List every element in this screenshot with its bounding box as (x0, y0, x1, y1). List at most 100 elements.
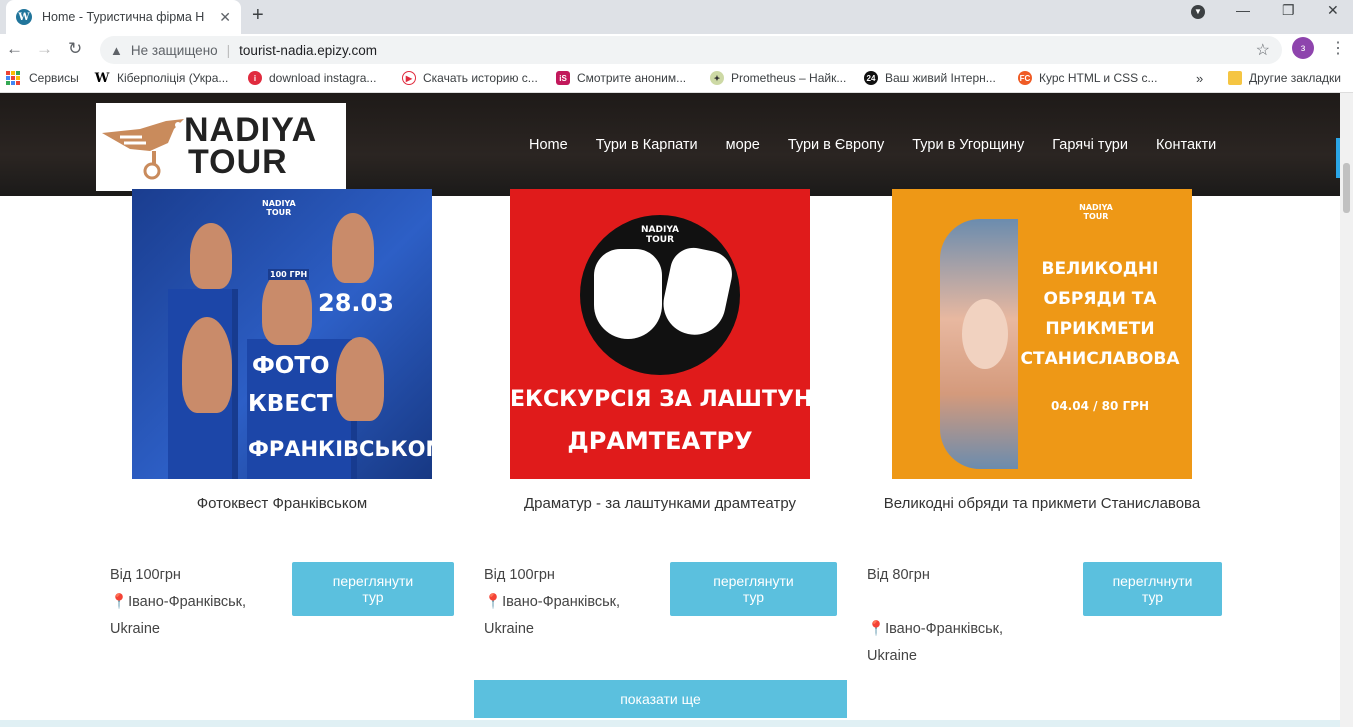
bookmark-stories[interactable]: ▶ Скачать историю с... (402, 71, 538, 85)
image-line5: 04.04 / 80 ГРН (1050, 399, 1150, 413)
page-scrollbar[interactable] (1340, 93, 1353, 727)
tour-location: Івано-Франківськ, (502, 594, 621, 610)
bookmark-24[interactable]: 24 Ваш живий Інтерн... (864, 71, 996, 85)
apps-grid-icon (6, 71, 20, 85)
lightbulb-icon: ✦ (710, 71, 724, 85)
bookmark-label: Курс HTML и CSS с... (1039, 71, 1158, 85)
image-date: 28.03 (318, 289, 394, 317)
bookmark-label: Ваш живий Інтерн... (885, 71, 996, 85)
bookmark-label: Скачать историю с... (423, 71, 538, 85)
warning-icon[interactable]: ▲ (110, 43, 123, 58)
scrollbar-thumb[interactable] (1343, 163, 1350, 213)
tab-title: Home - Туристична фірма Н (42, 10, 205, 24)
other-bookmarks-label: Другие закладки (1249, 71, 1341, 85)
bookmark-html-css[interactable]: FC Курс HTML и CSS с... (1018, 71, 1157, 85)
reload-icon[interactable]: ↻ (68, 39, 82, 59)
tour-details: Від 80грн 📍Івано-Франківськ, Ukraine (867, 562, 1003, 670)
image-line4: СТАНИСЛАВОВА (1020, 349, 1180, 369)
forward-icon[interactable]: → (36, 39, 53, 59)
show-more-button[interactable]: показати ще (474, 680, 847, 718)
info-icon: i (248, 71, 262, 85)
tour-title[interactable]: Фотоквест Франківськом (132, 495, 432, 512)
bust-statue (332, 213, 374, 283)
bookmark-prometheus[interactable]: ✦ Prometheus – Найк... (710, 71, 846, 85)
tour-title[interactable]: Драматур - за лаштунками драмтеатру (500, 495, 820, 512)
play-icon: ▶ (402, 71, 416, 85)
bookmark-label: Сервисы (29, 71, 79, 85)
security-status[interactable]: Не защищено (131, 43, 218, 58)
location-pin-icon: 📍 (867, 621, 886, 637)
minimize-button[interactable]: — (1236, 2, 1250, 18)
browser-tabstrip: W Home - Туристична фірма Н ✕ + ▼ — ❐ ✕ (0, 0, 1353, 34)
image-brand: NADIYA TOUR (641, 225, 679, 245)
tour-title[interactable]: Великодні обряди та прикмети Станиславов… (860, 495, 1224, 512)
collage-face (962, 299, 1008, 369)
bookmark-label: Prometheus – Найк... (731, 71, 847, 85)
bookmark-services[interactable]: Сервисы (6, 71, 79, 85)
image-line2: ДРАМТЕАТРУ (567, 427, 753, 455)
instagram-viewer-icon: iS (556, 71, 570, 85)
menu-home[interactable]: Home (529, 137, 568, 153)
restore-button[interactable]: ❐ (1282, 2, 1295, 19)
fc-icon: FC (1018, 71, 1032, 85)
tour-location: Івано-Франківськ, (885, 621, 1004, 637)
folder-icon (1228, 71, 1242, 85)
comedy-mask-icon (594, 249, 662, 339)
bottom-strip (0, 720, 1340, 727)
tour-image-easter[interactable]: NADIYA TOUR ВЕЛИКОДНІ ОБРЯДИ ТА ПРИКМЕТИ … (892, 189, 1192, 479)
bookmark-cyberpolice[interactable]: W Кіберполіція (Укра... (94, 70, 229, 86)
url-text[interactable]: tourist-nadia.epizy.com (239, 43, 377, 58)
wordpress-icon: W (16, 9, 32, 25)
bookmark-instagram-download[interactable]: i download instagra... (248, 71, 376, 85)
close-window-button[interactable]: ✕ (1327, 2, 1339, 19)
menu-hungary[interactable]: Тури в Угорщину (912, 137, 1024, 153)
bookmark-label: Смотрите аноним... (577, 71, 687, 85)
address-separator: | (226, 42, 231, 58)
tour-country: Ukraine (484, 621, 534, 637)
bookmark-star-icon[interactable]: ☆ (1256, 40, 1270, 60)
wikipedia-icon: W (94, 70, 110, 86)
site-logo[interactable]: NADIYA TOUR (96, 103, 346, 191)
tour-price: Від 100грн (484, 567, 555, 583)
image-line2: КВЕСТ (248, 391, 333, 417)
image-line2: ОБРЯДИ ТА (1043, 289, 1157, 309)
new-tab-button[interactable]: + (252, 4, 264, 27)
view-tour-button[interactable]: переглянути тур (292, 562, 454, 616)
bookmarks-bar: Сервисы W Кіберполіція (Укра... i downlo… (0, 66, 1353, 93)
tour-price: Від 80грн (867, 567, 930, 583)
tour-price: Від 100грн (110, 567, 181, 583)
bust-statue (190, 223, 232, 289)
address-bar[interactable]: ▲ Не защищено | tourist-nadia.epizy.com … (100, 36, 1282, 64)
bust-statue (336, 337, 384, 421)
bookmark-label: download instagra... (269, 71, 377, 85)
view-tour-button[interactable]: переглянути тур (670, 562, 837, 616)
image-line3: ПРИКМЕТИ (1045, 319, 1155, 339)
tour-country: Ukraine (867, 648, 917, 664)
tab-search-icon[interactable]: ▼ (1191, 5, 1205, 19)
image-line1: ЕКСКУРСІЯ ЗА ЛАШТУНКИ (510, 387, 810, 412)
menu-contacts[interactable]: Контакти (1156, 137, 1216, 153)
browser-tab[interactable]: W Home - Туристична фірма Н ✕ (6, 0, 241, 34)
menu-hot-tours[interactable]: Гарячі тури (1052, 137, 1128, 153)
menu-carpathians[interactable]: Тури в Карпати (596, 137, 698, 153)
menu-sea[interactable]: море (726, 137, 760, 153)
tour-image-drama[interactable]: NADIYATOUR ЕКСКУРСІЯ ЗА ЛАШТУНКИ ДРАМТЕА… (510, 189, 810, 479)
image-brand: NADIYA TOUR (262, 199, 296, 217)
other-bookmarks[interactable]: Другие закладки (1228, 71, 1341, 85)
close-tab-icon[interactable]: ✕ (219, 9, 231, 26)
tour-details: Від 100грн 📍Івано-Франківськ, Ukraine (484, 562, 620, 643)
browser-toolbar: ← → ↻ ▲ Не защищено | tourist-nadia.epiz… (0, 34, 1353, 66)
menu-europe[interactable]: Тури в Європу (788, 137, 884, 153)
image-line1: ФОТО (252, 353, 330, 379)
image-brand: NADIYA TOUR (1079, 203, 1113, 221)
bookmarks-overflow-icon[interactable]: » (1196, 71, 1203, 86)
kebab-menu-icon[interactable]: ⋮ (1330, 38, 1346, 58)
bookmark-anonymous[interactable]: iS Смотрите аноним... (556, 71, 686, 85)
back-icon[interactable]: ← (6, 39, 23, 59)
profile-avatar[interactable]: з (1292, 37, 1314, 59)
tour-location: Івано-Франківськ, (128, 594, 247, 610)
logo-text-tour: TOUR (188, 143, 288, 181)
tour-image-photoquest[interactable]: NADIYA TOUR 100 ГРН 28.03 ФОТО КВЕСТ ФРАН… (132, 189, 432, 479)
view-tour-button[interactable]: переглчнути тур (1083, 562, 1222, 616)
image-line3: ФРАНКІВСЬКОМ (248, 437, 432, 461)
